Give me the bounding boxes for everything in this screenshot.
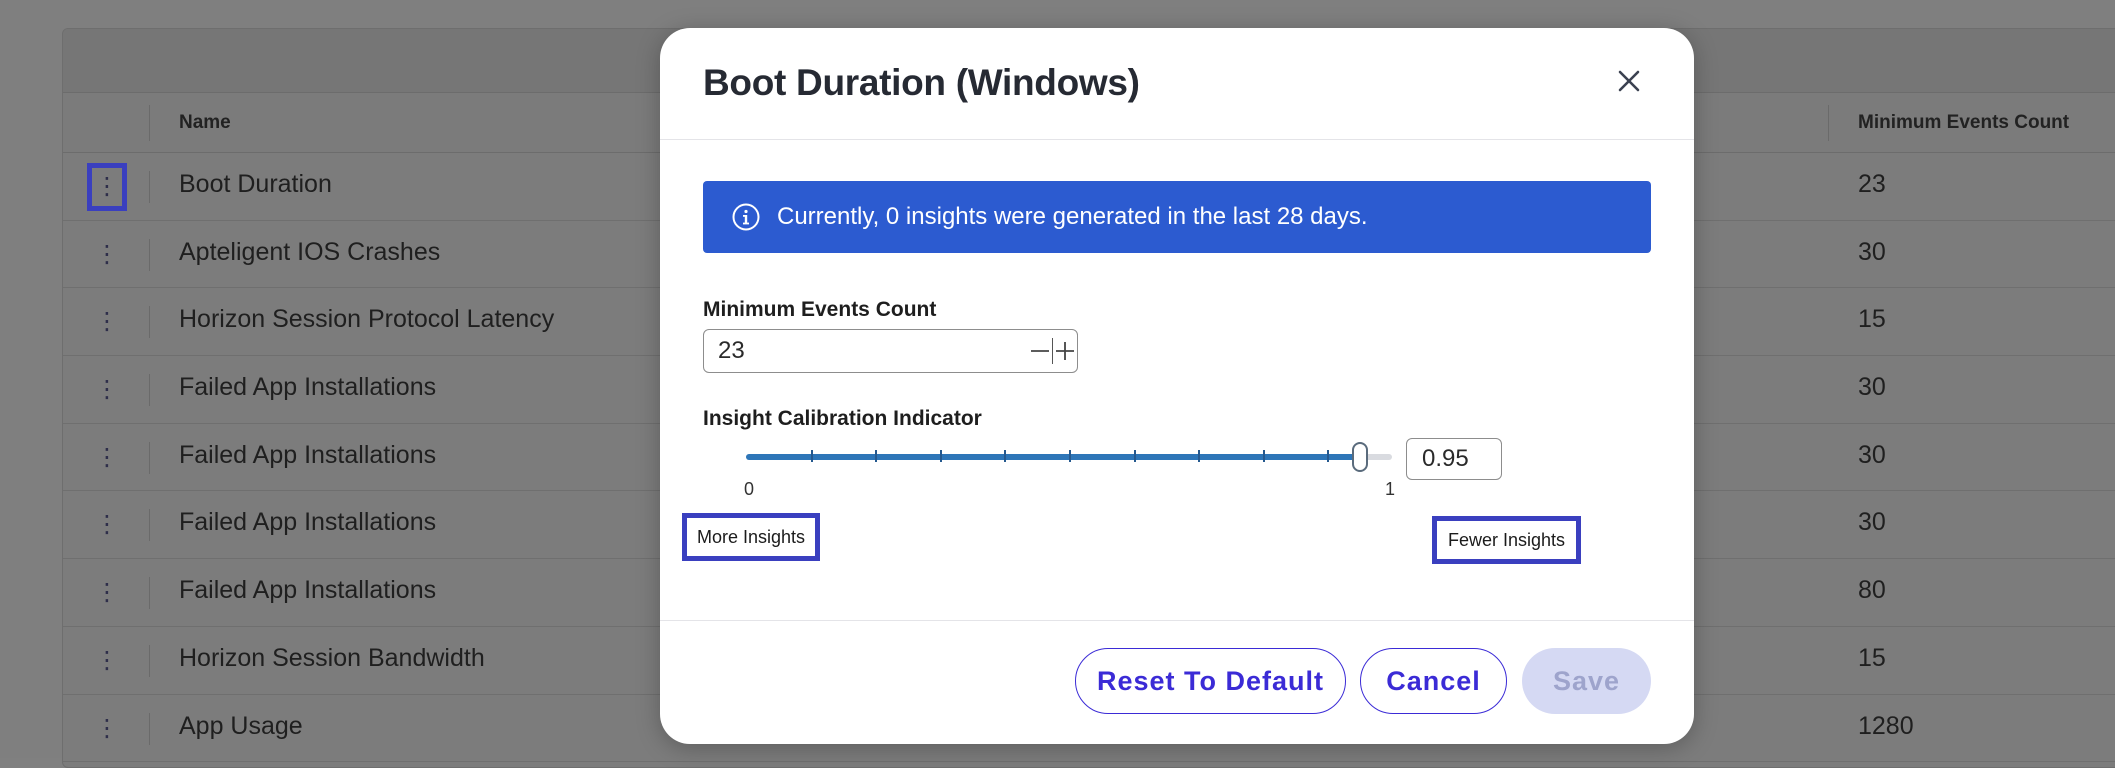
row-min-events: 15 bbox=[1858, 305, 1886, 334]
column-header-name[interactable]: Name bbox=[179, 93, 231, 153]
kebab-menu-icon: ⋮ bbox=[95, 714, 119, 742]
row-separator bbox=[149, 441, 150, 474]
kebab-menu-icon: ⋮ bbox=[95, 173, 119, 200]
column-separator bbox=[1828, 105, 1829, 141]
row-separator bbox=[149, 577, 150, 610]
row-min-events: 30 bbox=[1858, 237, 1886, 266]
slider-tick bbox=[1198, 450, 1201, 462]
row-min-events: 30 bbox=[1858, 440, 1886, 469]
modal-title: Boot Duration (Windows) bbox=[703, 62, 1140, 103]
slider-thumb[interactable] bbox=[1351, 442, 1368, 472]
row-name: Failed App Installations bbox=[179, 576, 437, 605]
info-icon bbox=[732, 203, 760, 231]
slider-tick bbox=[875, 450, 878, 462]
close-icon bbox=[1618, 70, 1640, 92]
row-name: Failed App Installations bbox=[179, 373, 437, 402]
slider-tick bbox=[1069, 450, 1071, 462]
save-button[interactable]: Save bbox=[1522, 648, 1651, 714]
fewer-insights-label: Fewer Insights bbox=[1432, 516, 1581, 564]
slider-tick bbox=[810, 450, 813, 462]
row-separator bbox=[149, 171, 150, 203]
slider-fill bbox=[746, 454, 1360, 460]
slider-min-label: 0 bbox=[744, 479, 755, 499]
slider-tick bbox=[1004, 450, 1007, 462]
slider-tick bbox=[1262, 450, 1265, 462]
row-name: Failed App Installations bbox=[179, 508, 437, 537]
calibration-label: Insight Calibration Indicator bbox=[703, 407, 982, 430]
modal-header: Boot Duration (Windows) bbox=[660, 28, 1694, 140]
cancel-button[interactable]: Cancel bbox=[1360, 648, 1507, 714]
kebab-menu-icon: ⋮ bbox=[95, 443, 119, 471]
row-actions-button[interactable]: ⋮ bbox=[89, 368, 125, 412]
slider-tick bbox=[1133, 450, 1136, 462]
calibration-modal: Boot Duration (Windows) Currently, 0 ins… bbox=[660, 28, 1694, 744]
row-separator bbox=[149, 238, 150, 271]
row-actions-button[interactable]: ⋮ bbox=[89, 707, 125, 751]
reset-to-default-button[interactable]: Reset To Default bbox=[1075, 648, 1346, 714]
column-separator bbox=[149, 105, 150, 141]
close-button[interactable] bbox=[1612, 64, 1646, 98]
kebab-menu-icon: ⋮ bbox=[95, 579, 119, 607]
row-name: Horizon Session Bandwidth bbox=[179, 643, 485, 672]
decrement-button[interactable] bbox=[1028, 331, 1052, 371]
row-actions-button[interactable]: ⋮ bbox=[89, 300, 125, 344]
row-min-events: 1280 bbox=[1858, 711, 1914, 740]
minus-icon bbox=[1031, 350, 1050, 352]
row-separator bbox=[149, 509, 150, 542]
row-name: Horizon Session Protocol Latency bbox=[179, 305, 555, 334]
row-separator bbox=[149, 712, 150, 745]
calibration-value-field[interactable]: 0.95 bbox=[1406, 438, 1502, 480]
row-actions-button[interactable]: ⋮ bbox=[89, 436, 125, 480]
row-separator bbox=[149, 306, 150, 339]
more-insights-label: More Insights bbox=[682, 513, 820, 561]
row-min-events: 30 bbox=[1858, 373, 1886, 402]
plus-icon bbox=[1055, 342, 1074, 360]
min-events-input[interactable] bbox=[704, 331, 1028, 371]
row-actions-button[interactable]: ⋮ bbox=[87, 163, 127, 211]
slider-max-label: 1 bbox=[1385, 479, 1396, 499]
row-min-events: 30 bbox=[1858, 508, 1886, 537]
row-actions-button[interactable]: ⋮ bbox=[89, 639, 125, 683]
row-name: Failed App Installations bbox=[179, 440, 437, 469]
row-name: Boot Duration bbox=[179, 170, 332, 198]
min-events-label: Minimum Events Count bbox=[703, 298, 937, 321]
row-actions-button[interactable]: ⋮ bbox=[89, 233, 125, 277]
info-banner-text: Currently, 0 insights were generated in … bbox=[777, 203, 1368, 230]
min-events-stepper bbox=[703, 329, 1078, 373]
row-separator bbox=[149, 644, 150, 677]
slider-tick bbox=[1327, 450, 1330, 462]
kebab-menu-icon: ⋮ bbox=[95, 646, 119, 674]
increment-button[interactable] bbox=[1053, 331, 1077, 371]
row-name: App Usage bbox=[179, 711, 303, 740]
kebab-menu-icon: ⋮ bbox=[95, 511, 119, 539]
row-actions-button[interactable]: ⋮ bbox=[89, 571, 125, 615]
column-header-min-events[interactable]: Minimum Events Count bbox=[1858, 93, 2069, 153]
row-name: Apteligent IOS Crashes bbox=[179, 237, 441, 266]
row-min-events: 80 bbox=[1858, 576, 1886, 605]
calibration-slider[interactable] bbox=[746, 442, 1392, 472]
slider-tick bbox=[939, 450, 942, 462]
kebab-menu-icon: ⋮ bbox=[95, 308, 119, 336]
row-min-events: 23 bbox=[1858, 170, 1886, 198]
kebab-menu-icon: ⋮ bbox=[95, 240, 119, 268]
info-banner: Currently, 0 insights were generated in … bbox=[703, 181, 1651, 253]
row-actions-button[interactable]: ⋮ bbox=[89, 503, 125, 547]
row-min-events: 15 bbox=[1858, 643, 1886, 672]
row-separator bbox=[149, 374, 150, 407]
kebab-menu-icon: ⋮ bbox=[95, 376, 119, 404]
